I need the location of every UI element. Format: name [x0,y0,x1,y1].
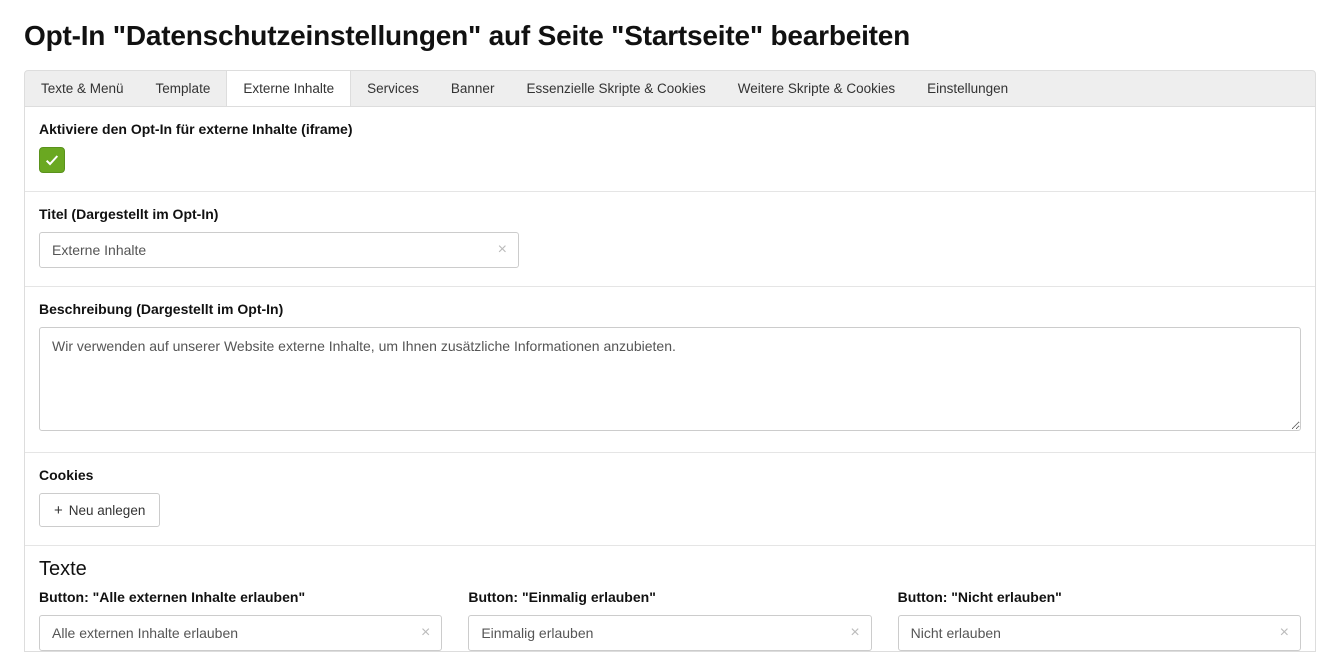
new-cookie-button-label: Neu anlegen [69,503,146,518]
texte-allow-all-input[interactable] [39,615,442,651]
cookies-section: Cookies + Neu anlegen [25,453,1315,546]
close-icon: × [498,241,507,258]
texte-allow-once-label: Button: "Einmalig erlauben" [468,589,871,605]
cookies-label: Cookies [39,467,1301,483]
plus-icon: + [54,502,63,519]
texte-deny-label: Button: "Nicht erlauben" [898,589,1301,605]
title-input[interactable] [39,232,519,268]
new-cookie-button[interactable]: + Neu anlegen [39,493,160,527]
close-icon: × [1280,624,1289,641]
texte-col-deny: Button: "Nicht erlauben" × [898,589,1301,651]
title-input-wrap: × [39,232,519,268]
tab-template[interactable]: Template [140,71,227,106]
texte-heading: Texte [39,558,1301,581]
texte-allow-all-label: Button: "Alle externen Inhalte erlauben" [39,589,442,605]
tab-weitere-skripte[interactable]: Weitere Skripte & Cookies [722,71,911,106]
tab-texte-menu[interactable]: Texte & Menü [25,71,140,106]
texte-section: Texte Button: "Alle externen Inhalte erl… [25,546,1315,651]
check-icon [44,152,60,168]
texte-allow-once-clear[interactable]: × [846,621,863,645]
tab-services[interactable]: Services [351,71,435,106]
texte-allow-all-clear[interactable]: × [417,621,434,645]
tab-banner[interactable]: Banner [435,71,511,106]
close-icon: × [421,624,430,641]
tabs-bar: Texte & Menü Template Externe Inhalte Se… [24,70,1316,107]
title-clear-button[interactable]: × [494,238,511,262]
texte-col-allow-all: Button: "Alle externen Inhalte erlauben"… [39,589,442,651]
texte-allow-once-input[interactable] [468,615,871,651]
description-section: Beschreibung (Dargestellt im Opt-In) [25,287,1315,453]
texte-deny-input[interactable] [898,615,1301,651]
description-label: Beschreibung (Dargestellt im Opt-In) [39,301,1301,317]
description-textarea[interactable] [39,327,1301,431]
activate-label: Aktiviere den Opt-In für externe Inhalte… [39,121,1301,137]
activate-checkbox[interactable] [39,147,65,173]
close-icon: × [850,624,859,641]
activate-section: Aktiviere den Opt-In für externe Inhalte… [25,107,1315,192]
texte-col-allow-once: Button: "Einmalig erlauben" × [468,589,871,651]
title-label: Titel (Dargestellt im Opt-In) [39,206,1301,222]
tab-panel: Aktiviere den Opt-In für externe Inhalte… [24,107,1316,652]
title-section: Titel (Dargestellt im Opt-In) × [25,192,1315,287]
tab-einstellungen[interactable]: Einstellungen [911,71,1024,106]
texte-deny-clear[interactable]: × [1276,621,1293,645]
page-title: Opt-In "Datenschutzeinstellungen" auf Se… [24,20,1316,52]
tab-essenzielle-skripte[interactable]: Essenzielle Skripte & Cookies [510,71,721,106]
tab-externe-inhalte[interactable]: Externe Inhalte [226,71,351,106]
